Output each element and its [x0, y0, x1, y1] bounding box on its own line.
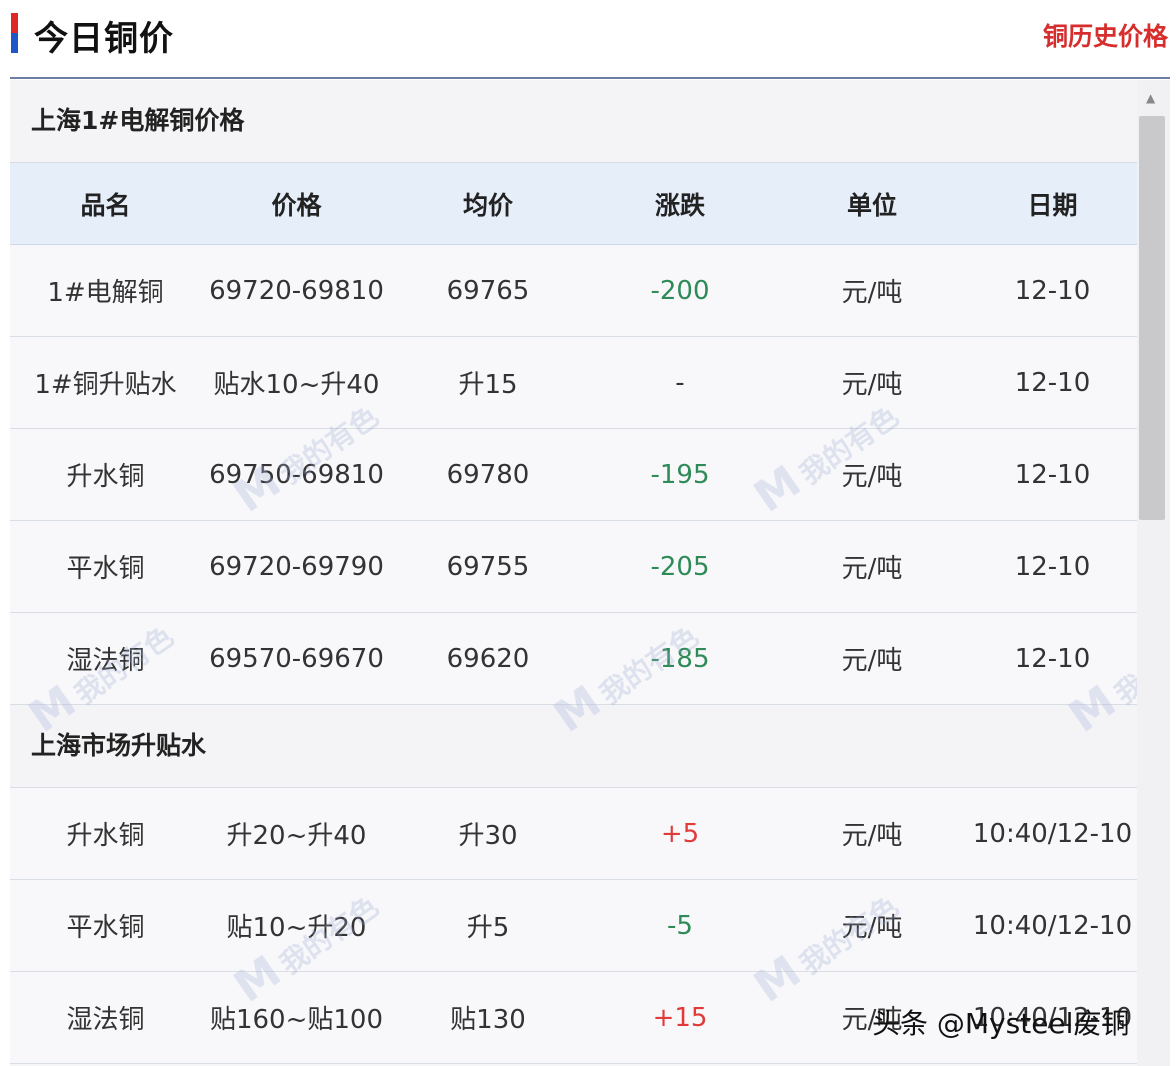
cell-price: 69570-69670	[209, 643, 384, 674]
cell-unit: 元/吨	[841, 821, 903, 851]
cell-unit: 元/吨	[841, 370, 903, 400]
page-header: 今日铜价 铜历史价格	[0, 0, 1176, 78]
header-divider	[10, 77, 1170, 79]
cell-name: 升水铜	[66, 821, 145, 851]
cell-name: 平水铜	[66, 913, 145, 943]
cell-name: 湿法铜	[66, 1005, 145, 1035]
cell-unit: 元/吨	[841, 462, 903, 492]
cell-unit: 元/吨	[841, 554, 903, 584]
cell-change: -205	[650, 551, 710, 582]
table-row: 湿法铜 69570-69670 69620 -185 元/吨 12-10	[10, 613, 1137, 705]
cell-price: 贴160~贴100	[209, 1005, 384, 1035]
cell-avg: 升30	[458, 821, 518, 851]
price-panel[interactable]: 上海1#电解铜价格品名 价格 均价 涨跌 单位 日期 1#电解铜 69720-69810 697…	[10, 80, 1170, 1066]
table-row: 1#铜升贴水 贴水10~升40 升15 - 元/吨 12-10	[10, 337, 1137, 429]
cell-date: 12-10	[1014, 367, 1091, 398]
cell-change: -200	[650, 275, 710, 306]
cell-date: 12-10	[1014, 275, 1091, 306]
attribution-watermark: 头条 @Mysteel废铜	[872, 1007, 1130, 1040]
cell-avg: 升5	[466, 913, 510, 943]
cell-name: 湿法铜	[66, 646, 145, 676]
cell-avg: 贴130	[450, 1005, 526, 1035]
table-row: 1#电解铜 69720-69810 69765 -200 元/吨 12-10	[10, 245, 1137, 337]
table-row: 升水铜 69750-69810 69780 -195 元/吨 12-10	[10, 429, 1137, 521]
cell-date: 12-10	[1014, 551, 1091, 582]
cell-unit: 元/吨	[841, 913, 903, 943]
cell-date: 10:40/12-10	[972, 910, 1133, 941]
cell-avg: 69620	[446, 643, 530, 674]
cell-avg: 升15	[458, 370, 518, 400]
column-header: 价格	[271, 190, 322, 220]
cell-change: -195	[650, 459, 710, 490]
cell-name: 平水铜	[66, 554, 145, 584]
cell-avg: 69780	[446, 459, 530, 490]
cell-avg: 69765	[446, 275, 530, 306]
table-row: 平水铜 69720-69790 69755 -205 元/吨 12-10	[10, 521, 1137, 613]
cell-unit: 元/吨	[841, 278, 903, 308]
cell-price: 贴10~升20	[226, 913, 367, 943]
table-row: 平水铜 贴10~升20 升5 -5 元/吨 10:40/12-10	[10, 880, 1137, 972]
table-row: 升水铜 升20~升40 升30 +5 元/吨 10:40/12-10	[10, 788, 1137, 880]
cell-name: 1#电解铜	[47, 278, 164, 308]
cell-unit: 元/吨	[841, 646, 903, 676]
cell-price: 69750-69810	[209, 459, 384, 490]
vertical-scrollbar[interactable]: ▲	[1137, 80, 1170, 1066]
cell-change: -	[675, 367, 685, 398]
section-title: 上海市场升贴水	[10, 705, 1137, 788]
section-title: 上海1#电解铜价格	[10, 80, 1137, 163]
cell-name: 1#铜升贴水	[34, 370, 177, 400]
cell-avg: 69755	[446, 551, 530, 582]
title-accent-bar	[11, 13, 18, 53]
price-content: 上海1#电解铜价格品名 价格 均价 涨跌 单位 日期 1#电解铜 69720-69810 697…	[10, 80, 1137, 1064]
column-header: 均价	[462, 190, 513, 220]
column-header: 日期	[1027, 190, 1078, 220]
column-header: 单位	[846, 190, 897, 220]
scroll-up-arrow-icon[interactable]: ▲	[1146, 92, 1155, 104]
cell-date: 12-10	[1014, 643, 1091, 674]
table-header-row: 品名 价格 均价 涨跌 单位 日期	[10, 163, 1137, 245]
cell-price: 69720-69810	[209, 275, 384, 306]
page-title: 今日铜价	[34, 19, 174, 59]
cell-change: +5	[660, 818, 700, 849]
copper-history-link[interactable]: 铜历史价格	[1043, 17, 1168, 53]
scrollbar-thumb[interactable]	[1139, 116, 1165, 520]
cell-name: 升水铜	[66, 462, 145, 492]
column-header: 品名	[80, 190, 131, 220]
cell-change: -5	[667, 910, 693, 941]
cell-price: 升20~升40	[226, 821, 367, 851]
cell-date: 12-10	[1014, 459, 1091, 490]
cell-price: 贴水10~升40	[213, 370, 380, 400]
cell-price: 69720-69790	[209, 551, 384, 582]
column-header: 涨跌	[654, 190, 705, 220]
cell-change: +15	[652, 1002, 708, 1033]
cell-date: 10:40/12-10	[972, 818, 1133, 849]
cell-change: -185	[650, 643, 710, 674]
